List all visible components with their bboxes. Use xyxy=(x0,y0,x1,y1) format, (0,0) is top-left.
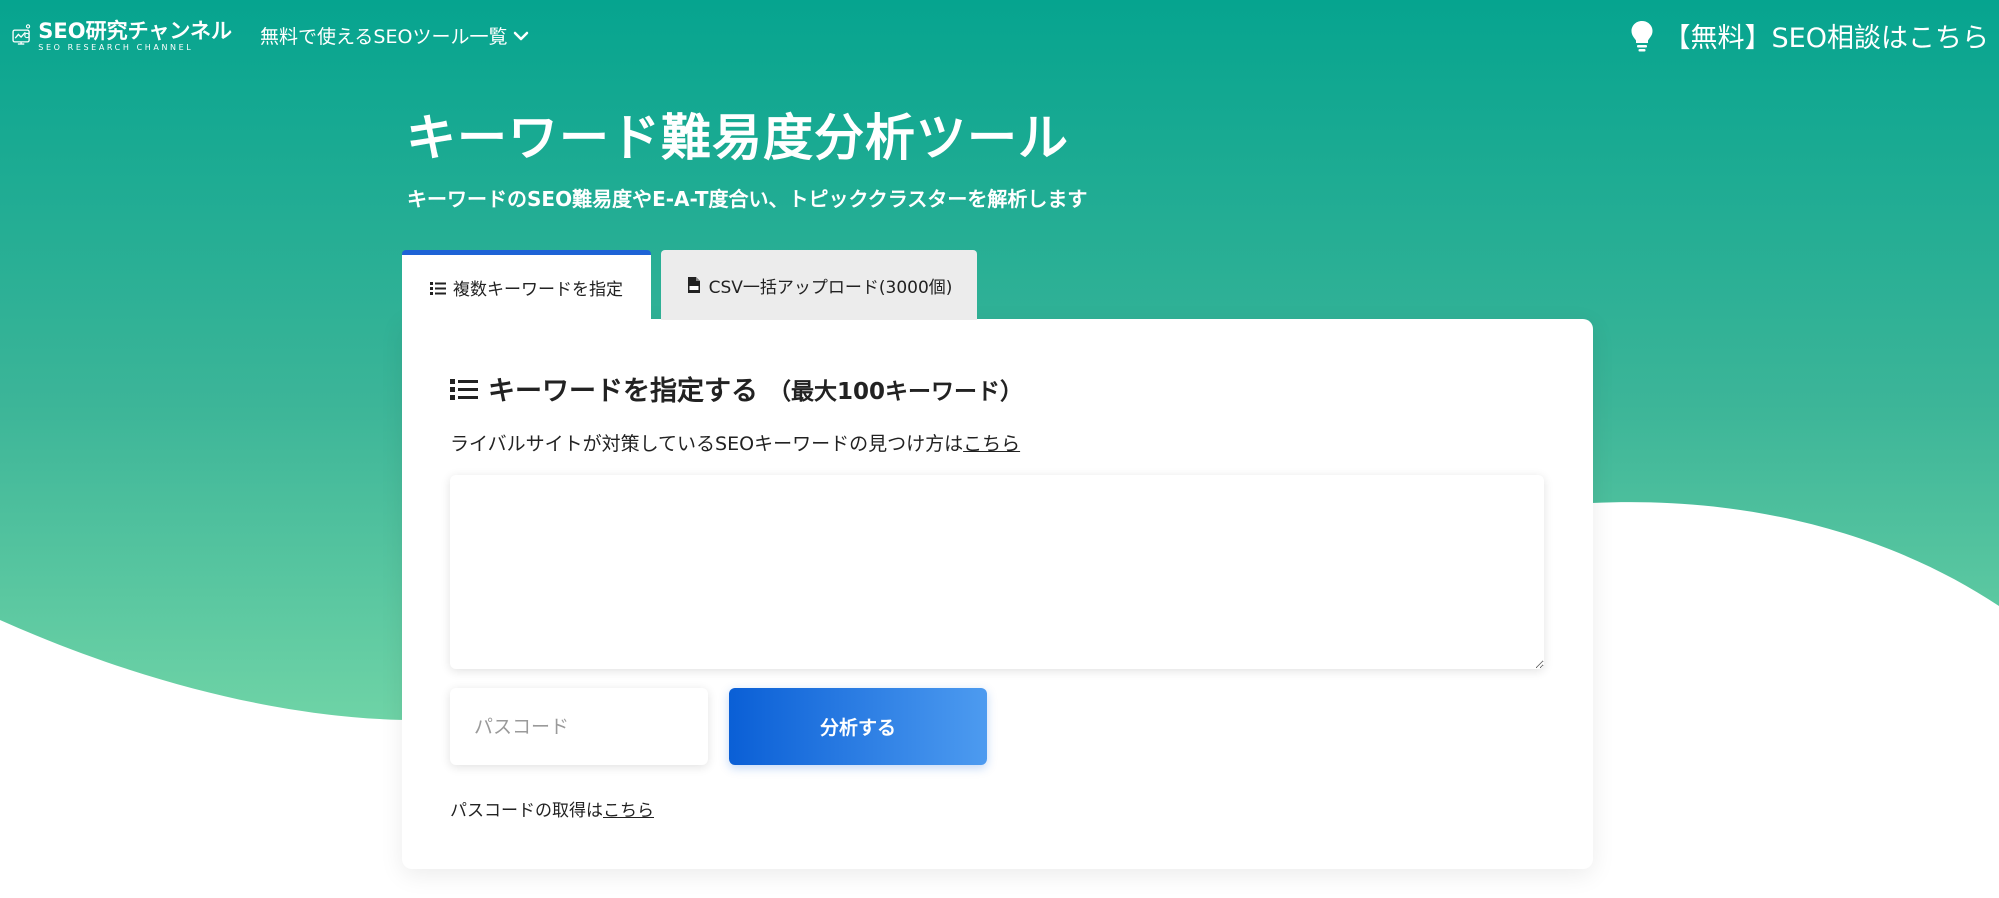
tab-multiple-keywords[interactable]: 複数キーワードを指定 xyxy=(402,250,651,320)
analyze-button[interactable]: 分析する xyxy=(729,688,987,765)
form-title-text: キーワードを指定する xyxy=(488,376,758,407)
keyword-hint-link[interactable]: こちら xyxy=(963,433,1020,455)
chevron-down-icon xyxy=(514,31,529,40)
keyword-hint: ライバルサイトが対策しているSEOキーワードの見つけ方はこちら xyxy=(450,429,1020,456)
form-title-note: （最大100キーワード） xyxy=(768,378,1024,405)
keyword-hint-text: ライバルサイトが対策しているSEOキーワードの見つけ方は xyxy=(450,433,964,455)
form-title: キーワードを指定する （最大100キーワード） xyxy=(450,369,1023,408)
input-mode-tabs: 複数キーワードを指定 CSV一括アップロード(3000個) xyxy=(402,250,977,320)
logo-monitor-icon xyxy=(12,24,31,45)
site-header: SEO研究チャンネル SEO RESEARCH CHANNEL 無料で使えるSE… xyxy=(0,0,1999,72)
list-icon xyxy=(430,281,446,295)
logo-subtitle: SEO RESEARCH CHANNEL xyxy=(38,43,194,52)
passcode-hint: パスコードの取得はこちら xyxy=(450,796,654,821)
keyword-form-card: キーワードを指定する （最大100キーワード） ライバルサイトが対策しているSE… xyxy=(402,319,1593,869)
tab-csv-upload[interactable]: CSV一括アップロード(3000個) xyxy=(661,250,977,320)
logo-text: SEO研究チャンネル SEO RESEARCH CHANNEL xyxy=(38,19,232,53)
passcode-hint-text: パスコードの取得は xyxy=(450,801,603,821)
free-seo-tools-menu[interactable]: 無料で使えるSEOツール一覧 xyxy=(260,22,529,49)
keywords-textarea[interactable] xyxy=(450,475,1544,669)
csv-file-icon xyxy=(687,277,700,293)
free-seo-consult-link[interactable]: 【無料】SEO相談はこちら xyxy=(1630,16,1989,55)
lightbulb-icon xyxy=(1631,20,1653,51)
page-title: キーワード難易度分析ツール xyxy=(406,109,1069,167)
consult-label: 【無料】SEO相談はこちら xyxy=(1663,23,1989,54)
site-logo[interactable]: SEO研究チャンネル SEO RESEARCH CHANNEL xyxy=(12,12,232,60)
logo-title: SEO研究チャンネル xyxy=(38,19,232,43)
passcode-input[interactable] xyxy=(450,688,708,765)
list-icon xyxy=(450,378,478,400)
tab-csv-upload-label: CSV一括アップロード(3000個) xyxy=(708,277,953,298)
passcode-hint-link[interactable]: こちら xyxy=(603,801,654,821)
page-subtitle: キーワードのSEO難易度やE-A-T度合い、トピッククラスターを解析します xyxy=(407,187,1088,211)
tab-multiple-keywords-label: 複数キーワードを指定 xyxy=(453,280,623,300)
free-seo-tools-label: 無料で使えるSEOツール一覧 xyxy=(260,26,508,48)
